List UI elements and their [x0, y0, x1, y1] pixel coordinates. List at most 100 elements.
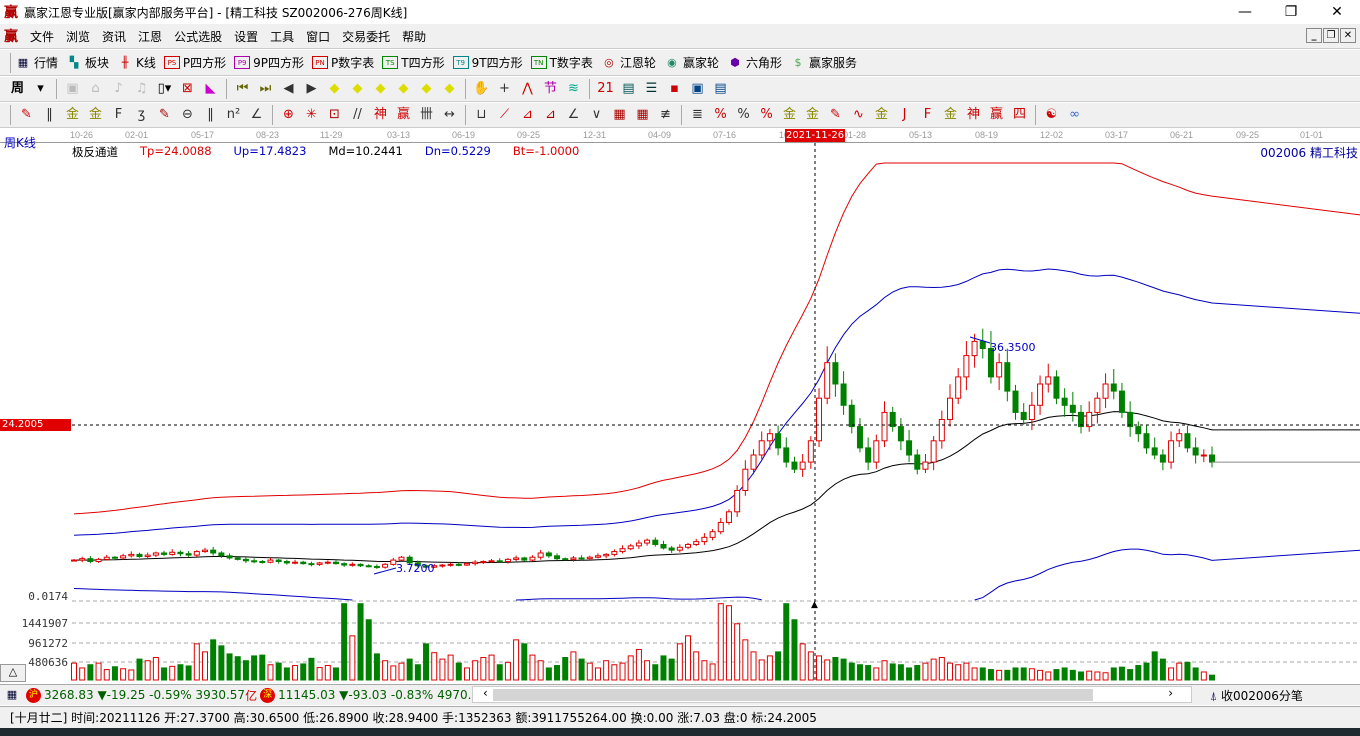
- menu-item[interactable]: 窗口: [300, 28, 336, 45]
- vv-icon[interactable]: ∨: [585, 105, 608, 125]
- crosshair-icon[interactable]: +: [493, 79, 516, 99]
- star-icon[interactable]: ✳: [300, 105, 323, 125]
- toolbar-button-target[interactable]: ◎ 江恩轮: [601, 54, 656, 71]
- diamond-x-icon[interactable]: ◆: [392, 79, 415, 99]
- fan-icon[interactable]: ⟋: [493, 105, 516, 125]
- section-icon[interactable]: 节: [539, 79, 562, 99]
- menu-item[interactable]: 公式选股: [168, 28, 228, 45]
- slash-icon[interactable]: //: [346, 105, 369, 125]
- pen3-icon[interactable]: ✎: [824, 105, 847, 125]
- grid2-icon[interactable]: ▦: [608, 105, 631, 125]
- menu-item[interactable]: 浏览: [60, 28, 96, 45]
- close-button[interactable]: ✕: [1314, 0, 1360, 24]
- j-angle-icon[interactable]: J: [893, 105, 916, 125]
- network-icon[interactable]: ▣: [686, 79, 709, 99]
- yinyang-icon[interactable]: ☯: [1040, 105, 1063, 125]
- right-arrow-icon[interactable]: ▶: [300, 79, 323, 99]
- toolbar-button-grid[interactable]: ▦ 行情: [15, 54, 58, 71]
- gold-circle-icon[interactable]: 金: [778, 105, 801, 125]
- pattern-icon[interactable]: ≋: [562, 79, 585, 99]
- toolbar-button-t9[interactable]: T9 9T四方形: [452, 54, 523, 71]
- menu-item[interactable]: 帮助: [396, 28, 432, 45]
- toolbar-button-dollar[interactable]: $ 赢家服务: [790, 54, 857, 71]
- infinity-icon[interactable]: ∞: [1063, 105, 1086, 125]
- gold-angle-icon[interactable]: 金: [939, 105, 962, 125]
- shen-angle-icon[interactable]: 神: [962, 105, 985, 125]
- mdi-close-button[interactable]: ✕: [1340, 28, 1356, 43]
- left-arrow-icon[interactable]: ◀: [277, 79, 300, 99]
- kline-chart[interactable]: 36.3500 3.7200 ▲: [0, 143, 1360, 683]
- pct-lines-icon[interactable]: %: [755, 105, 778, 125]
- calculator-icon[interactable]: ▤: [617, 79, 640, 99]
- period-icon[interactable]: 卌: [415, 105, 438, 125]
- calendar-icon[interactable]: 21: [594, 79, 617, 99]
- diamond-left-icon[interactable]: ◆: [323, 79, 346, 99]
- toolbar-button-big-wheel[interactable]: ◉ 赢家轮: [664, 54, 719, 71]
- pen2-icon[interactable]: ✎: [153, 105, 176, 125]
- wave-icon[interactable]: ∿: [847, 105, 870, 125]
- menu-item[interactable]: 设置: [228, 28, 264, 45]
- angle2-icon[interactable]: ∠: [562, 105, 585, 125]
- gold-lines-icon[interactable]: 金: [801, 105, 824, 125]
- notes-icon[interactable]: ☰: [640, 79, 663, 99]
- scroll-thumb[interactable]: [493, 689, 1093, 701]
- diamond-right-icon[interactable]: ◆: [346, 79, 369, 99]
- grid-icon[interactable]: ▦: [4, 687, 20, 703]
- period-dropdown-icon[interactable]: ▾: [29, 79, 52, 99]
- disabled-icon[interactable]: ⌂: [84, 79, 107, 99]
- ying-angle-icon[interactable]: 赢: [985, 105, 1008, 125]
- diamond-all-icon[interactable]: ◆: [438, 79, 461, 99]
- spiral-icon[interactable]: ʒ: [130, 105, 153, 125]
- ying-icon[interactable]: 赢: [392, 105, 415, 125]
- shen-icon[interactable]: 神: [369, 105, 392, 125]
- fan2-icon[interactable]: ⊿: [516, 105, 539, 125]
- si-angle-icon[interactable]: 四: [1008, 105, 1031, 125]
- grid3-icon[interactable]: ▦: [631, 105, 654, 125]
- tick-data-link[interactable]: ⍋ 收002006分笔: [1210, 687, 1303, 704]
- last-icon[interactable]: ⏭: [254, 79, 277, 99]
- gold-icon[interactable]: 金: [61, 105, 84, 125]
- width-icon[interactable]: ↔: [438, 105, 461, 125]
- menu-item[interactable]: 交易委托: [336, 28, 396, 45]
- save-icon[interactable]: ▪: [663, 79, 686, 99]
- candle-type-icon[interactable]: ▯▾: [153, 79, 176, 99]
- fan3-icon[interactable]: ⊿: [539, 105, 562, 125]
- menu-item[interactable]: 江恩: [132, 28, 168, 45]
- diamond-up-icon[interactable]: ◆: [415, 79, 438, 99]
- gold2-icon[interactable]: 金: [84, 105, 107, 125]
- menu-item[interactable]: 工具: [264, 28, 300, 45]
- f-angle-icon[interactable]: F: [916, 105, 939, 125]
- first-icon[interactable]: ⏮: [231, 79, 254, 99]
- period-selector[interactable]: 周: [6, 79, 29, 99]
- list-icon[interactable]: ≣: [686, 105, 709, 125]
- menu-item[interactable]: 资讯: [96, 28, 132, 45]
- menu-item[interactable]: 文件: [24, 28, 60, 45]
- pct-red-icon[interactable]: %: [709, 105, 732, 125]
- mdi-restore-button[interactable]: ❐: [1323, 28, 1339, 43]
- box-icon[interactable]: ⊔: [470, 105, 493, 125]
- pen-icon[interactable]: ✎: [15, 105, 38, 125]
- scroll-left-button[interactable]: ‹: [483, 686, 488, 700]
- zigzag-icon[interactable]: ⋀: [516, 79, 539, 99]
- lines-icon[interactable]: ‖: [199, 105, 222, 125]
- toolbar-button-hexagon[interactable]: ⬢ 六角形: [727, 54, 782, 71]
- square-icon[interactable]: ⊡: [323, 105, 346, 125]
- hand-icon[interactable]: ✋: [470, 79, 493, 99]
- fib-icon[interactable]: F: [107, 105, 130, 125]
- n2-icon[interactable]: n²: [222, 105, 245, 125]
- gann-circle-icon[interactable]: ⊕: [277, 105, 300, 125]
- angle-icon[interactable]: ∠: [245, 105, 268, 125]
- pct-icon[interactable]: %: [732, 105, 755, 125]
- gold3-icon[interactable]: 金: [870, 105, 893, 125]
- mdi-minimize-button[interactable]: _: [1306, 28, 1322, 43]
- toolbar-button-blocks[interactable]: ▚ 板块: [66, 54, 109, 71]
- minimize-button[interactable]: —: [1222, 0, 1268, 24]
- toolbar-button-pn[interactable]: PN P数字表: [312, 54, 374, 71]
- circle-icon[interactable]: ⊖: [176, 105, 199, 125]
- toolbar-button-ps[interactable]: PS P四方形: [163, 54, 226, 71]
- disabled-icon[interactable]: ▣: [61, 79, 84, 99]
- toolbar-button-tn[interactable]: TN T数字表: [530, 54, 593, 71]
- parallel-icon[interactable]: ‖: [38, 105, 61, 125]
- disabled-icon[interactable]: ♫: [130, 79, 153, 99]
- print-icon[interactable]: ▤: [709, 79, 732, 99]
